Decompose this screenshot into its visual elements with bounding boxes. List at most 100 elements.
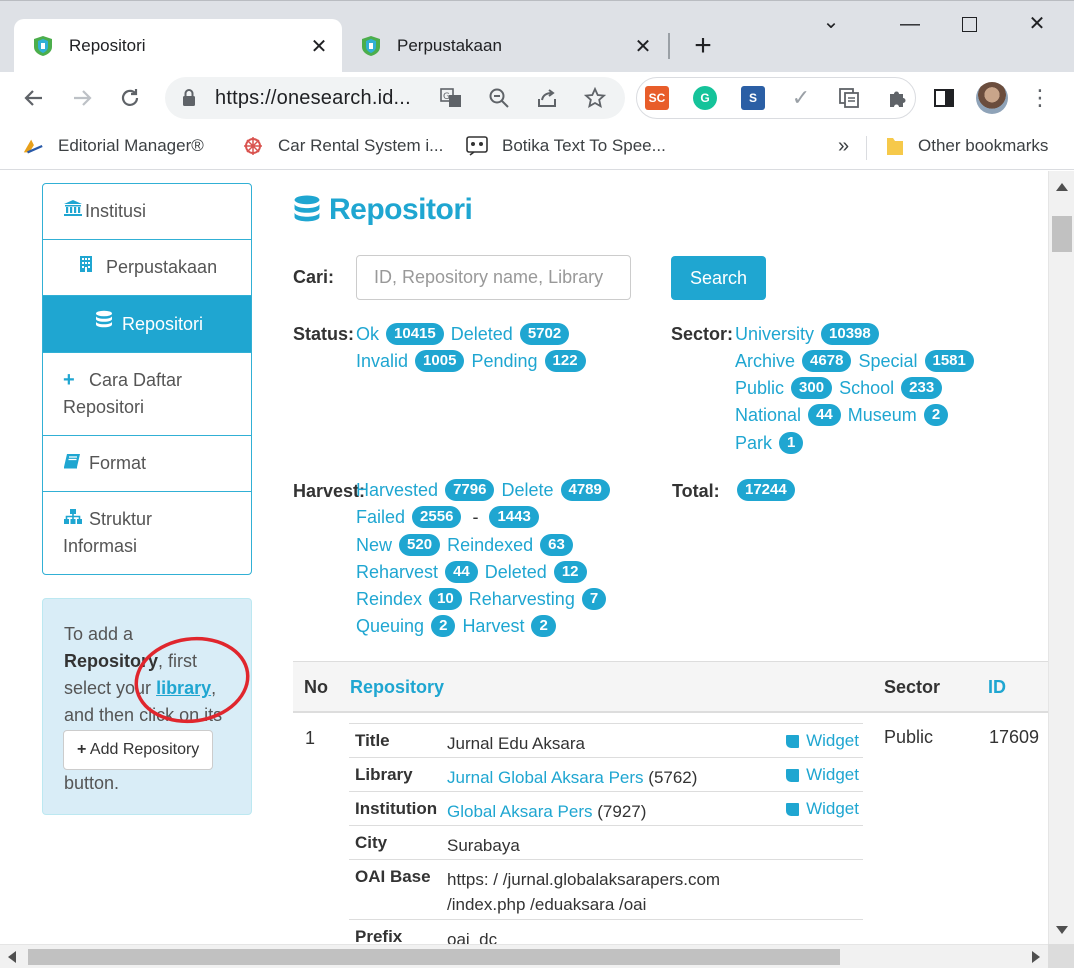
sector-university-link[interactable]: University: [735, 324, 814, 344]
harvest-row-2: Failed 2556 - 1443: [356, 504, 541, 531]
scroll-thumb[interactable]: [1052, 216, 1072, 252]
harvest-reindexed-link[interactable]: Reindexed: [447, 535, 533, 555]
close-tab-icon[interactable]: ✕: [306, 33, 332, 59]
tab-search-chevron-icon[interactable]: ⌄: [816, 7, 846, 37]
harvest-reharvest-link[interactable]: Reharvest: [356, 562, 438, 582]
sidebar-item-label: Institusi: [85, 201, 147, 221]
bookmark-editorial-manager[interactable]: Editorial Manager®: [22, 135, 204, 157]
maximize-icon[interactable]: [954, 9, 984, 39]
translate-icon[interactable]: G: [439, 86, 463, 110]
car-rental-icon: [242, 135, 264, 157]
sidebar-item-cara-daftar[interactable]: + Cara Daftar Repositori: [43, 352, 251, 435]
add-repository-button[interactable]: + Add Repository: [63, 730, 214, 770]
bookmark-botika[interactable]: Botika Text To Spee...: [466, 135, 666, 157]
forward-arrow-icon[interactable]: [66, 82, 98, 114]
tab-repositori[interactable]: Repositori ✕: [14, 19, 342, 73]
sidebar-item-institusi[interactable]: Institusi: [43, 184, 251, 239]
vertical-scrollbar[interactable]: [1048, 171, 1074, 944]
sector-public-link[interactable]: Public: [735, 378, 784, 398]
more-bookmarks-chevron[interactable]: »: [838, 135, 849, 158]
new-tab-button[interactable]: +: [688, 31, 718, 61]
bookmark-star-icon[interactable]: [583, 86, 607, 110]
chrome-menu-icon[interactable]: ⋮: [1024, 82, 1056, 114]
total-row: 17244: [735, 477, 797, 504]
close-tab-icon[interactable]: ✕: [630, 33, 656, 59]
column-header-id[interactable]: ID: [988, 677, 1006, 698]
address-bar[interactable]: https://onesearch.id... G: [165, 77, 625, 119]
copy-extension-icon[interactable]: [837, 86, 861, 110]
horizontal-scrollbar[interactable]: [0, 944, 1048, 968]
status-deleted-link[interactable]: Deleted: [451, 324, 513, 344]
check-extension-icon[interactable]: ✓: [789, 85, 813, 110]
grammarly-icon[interactable]: G: [693, 86, 717, 110]
sector-museum-link[interactable]: Museum: [848, 405, 917, 425]
column-header-repository[interactable]: Repository: [350, 677, 444, 698]
reload-icon[interactable]: [114, 82, 146, 114]
harvest-queuing-link[interactable]: Queuing: [356, 616, 424, 636]
book-icon: [63, 450, 89, 477]
harvest-label: Harvest:: [293, 481, 366, 501]
s-extension-icon[interactable]: S: [741, 86, 765, 110]
search-input[interactable]: ID, Repository name, Library: [356, 255, 631, 300]
side-panel-icon[interactable]: [928, 82, 960, 114]
column-header-sector: Sector: [884, 677, 941, 697]
share-icon[interactable]: [535, 86, 559, 110]
widget-link[interactable]: Widget: [786, 765, 859, 785]
detail-row-oai: OAI Base https: / /jurnal.globalaksarape…: [349, 860, 863, 920]
zoom-icon[interactable]: [487, 86, 511, 110]
sector-archive-link[interactable]: Archive: [735, 351, 795, 371]
harvest-new-link[interactable]: New: [356, 535, 392, 555]
harvest-harvest-link[interactable]: Harvest: [462, 616, 524, 636]
sidebar-item-repositori[interactable]: Repositori: [43, 295, 251, 352]
harvest-harvested-link[interactable]: Harvested: [356, 480, 438, 500]
close-window-icon[interactable]: ✕: [1022, 9, 1052, 39]
puzzle-extensions-icon[interactable]: [885, 86, 909, 110]
scroll-right-arrow-icon[interactable]: [1032, 951, 1040, 963]
other-bookmarks-folder[interactable]: Other bookmarks: [884, 135, 1048, 157]
institution-name-link[interactable]: Global Aksara Pers: [447, 802, 593, 821]
harvest-delete-link[interactable]: Delete: [501, 480, 553, 500]
scroll-thumb[interactable]: [28, 949, 840, 965]
bookmark-car-rental[interactable]: Car Rental System i...: [242, 135, 443, 157]
sidebar-item-struktur[interactable]: Struktur Informasi: [43, 491, 251, 574]
detail-key: City: [355, 833, 388, 852]
sector-national-link[interactable]: National: [735, 405, 801, 425]
detail-value: Global Aksara Pers (7927): [447, 799, 646, 824]
harvest-reharvesting-link[interactable]: Reharvesting: [469, 589, 575, 609]
sidebar-item-format[interactable]: Format: [43, 435, 251, 491]
institution-icon: [63, 198, 85, 225]
count-badge: 233: [901, 377, 943, 399]
detail-value: Jurnal Edu Aksara: [447, 734, 585, 753]
scroll-up-arrow-icon[interactable]: [1056, 183, 1068, 191]
widget-link[interactable]: Widget: [786, 799, 859, 819]
tab-perpustakaan[interactable]: Perpustakaan ✕: [342, 19, 666, 73]
status-invalid-link[interactable]: Invalid: [356, 351, 408, 371]
harvest-deleted-link[interactable]: Deleted: [485, 562, 547, 582]
sc-extension-icon[interactable]: SC: [645, 86, 669, 110]
minimize-icon[interactable]: —: [895, 9, 925, 39]
harvest-failed-link[interactable]: Failed: [356, 507, 405, 527]
search-button[interactable]: Search: [671, 256, 766, 300]
plus-icon: +: [77, 741, 87, 758]
status-pending-link[interactable]: Pending: [471, 351, 537, 371]
scrollbar-corner: [1048, 944, 1074, 968]
count-badge: 10415: [386, 323, 444, 345]
back-arrow-icon[interactable]: [18, 82, 50, 114]
page-title: Repositori: [293, 193, 473, 227]
library-name-link[interactable]: Jurnal Global Aksara Pers: [447, 768, 644, 787]
page-viewport: Institusi Perpustakaan Repositori + Cara …: [0, 171, 1048, 944]
sidebar-item-perpustakaan[interactable]: Perpustakaan: [43, 239, 251, 295]
harvest-reindex-link[interactable]: Reindex: [356, 589, 422, 609]
add-repository-label: Add Repository: [89, 741, 200, 758]
bookmark-label: Other bookmarks: [918, 136, 1049, 155]
scroll-left-arrow-icon[interactable]: [8, 951, 16, 963]
profile-avatar[interactable]: [976, 82, 1008, 114]
sector-school-link[interactable]: School: [839, 378, 894, 398]
sector-special-link[interactable]: Special: [858, 351, 917, 371]
scroll-down-arrow-icon[interactable]: [1056, 926, 1068, 934]
status-ok-link[interactable]: Ok: [356, 324, 379, 344]
sector-park-link[interactable]: Park: [735, 433, 772, 453]
detail-row-prefix: Prefix oai_dc: [349, 920, 863, 944]
widget-link[interactable]: Widget: [786, 731, 859, 751]
repository-detail-table: Title Jurnal Edu Aksara Widget Library J…: [349, 723, 863, 944]
